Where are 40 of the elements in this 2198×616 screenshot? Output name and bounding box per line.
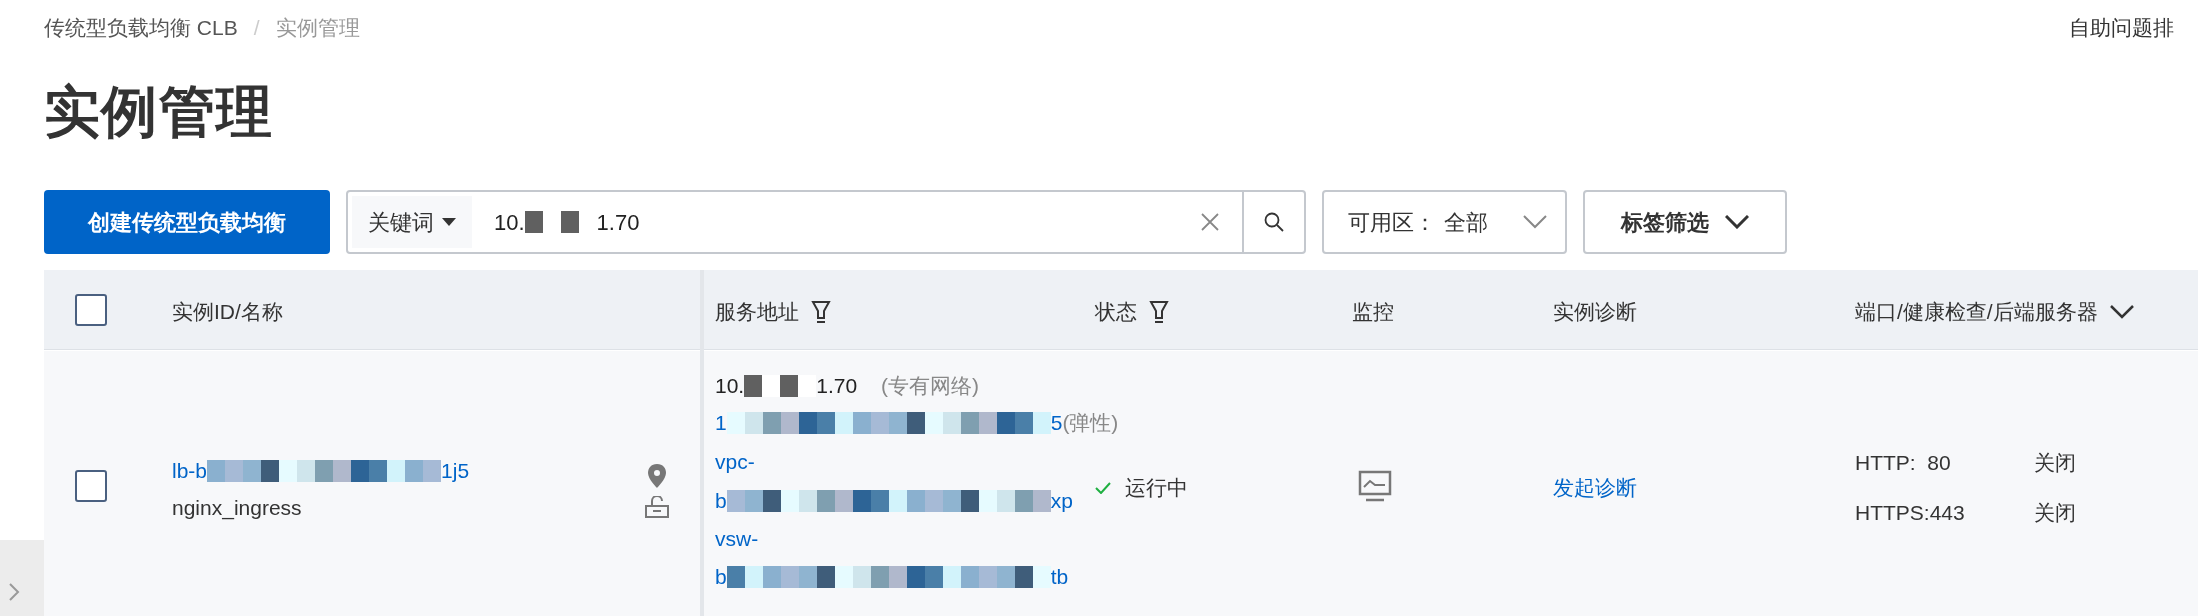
breadcrumb-link[interactable]: 传统型负载均衡 CLB bbox=[44, 12, 238, 44]
create-button[interactable]: 创建传统型负载均衡 bbox=[44, 190, 330, 254]
column-header: 端口/健康检查/后端服务器 bbox=[1855, 299, 2098, 325]
filter-icon bbox=[811, 299, 831, 324]
location-pin-icon bbox=[647, 463, 667, 489]
port-text: HTTPS:443 bbox=[1855, 500, 1965, 526]
chevron-right-icon bbox=[8, 582, 20, 602]
column-header: 监控 bbox=[1352, 299, 1394, 325]
checkbox[interactable] bbox=[75, 294, 107, 326]
unlocked-icon bbox=[644, 496, 670, 518]
column-header: 实例ID/名称 bbox=[172, 299, 283, 325]
column-header: 服务地址 bbox=[715, 299, 799, 325]
address-link[interactable]: vsw- bbox=[715, 523, 759, 555]
chevron-down-icon bbox=[1725, 215, 1749, 229]
instance-name: nginx_ingress bbox=[172, 495, 302, 522]
tag-filter-button[interactable]: 标签筛选 bbox=[1583, 190, 1787, 254]
chevron-down-icon bbox=[2109, 304, 2134, 319]
breadcrumb-separator: / bbox=[253, 15, 260, 41]
port-text: HTTP: 80 bbox=[1855, 450, 1951, 476]
instance-id-link[interactable]: lb-b 1j5 bbox=[172, 455, 470, 487]
help-link[interactable]: 自助问题排 bbox=[2069, 12, 2174, 44]
address-link[interactable]: b xp bbox=[715, 485, 1073, 517]
check-icon bbox=[1095, 481, 1111, 494]
breadcrumb-link[interactable]: 实例管理 bbox=[275, 12, 360, 44]
column-header: 状态 bbox=[1095, 299, 1137, 325]
address-text: 10. 1.70 (专有网络) bbox=[715, 373, 980, 399]
page-title: 实例管理 bbox=[44, 84, 274, 140]
address-link[interactable]: vpc- bbox=[715, 446, 755, 478]
monitor-button[interactable] bbox=[1358, 470, 1392, 504]
status-text: 运行中 bbox=[1125, 475, 1188, 501]
address-link[interactable]: b tb bbox=[715, 561, 1069, 593]
chevron-down-icon bbox=[1523, 215, 1547, 229]
health-check-text: 关闭 bbox=[2034, 500, 2076, 526]
column-header: 实例诊断 bbox=[1553, 299, 1637, 325]
zone-select[interactable]: 可用区： 全部 bbox=[1322, 190, 1567, 254]
filter-icon bbox=[1149, 299, 1169, 324]
health-check-text: 关闭 bbox=[2034, 450, 2076, 476]
diagnose-link[interactable]: 发起诊断 bbox=[1553, 472, 1637, 504]
address-link[interactable]: 1 5(弹性) bbox=[715, 407, 1119, 439]
checkbox[interactable] bbox=[75, 470, 107, 502]
